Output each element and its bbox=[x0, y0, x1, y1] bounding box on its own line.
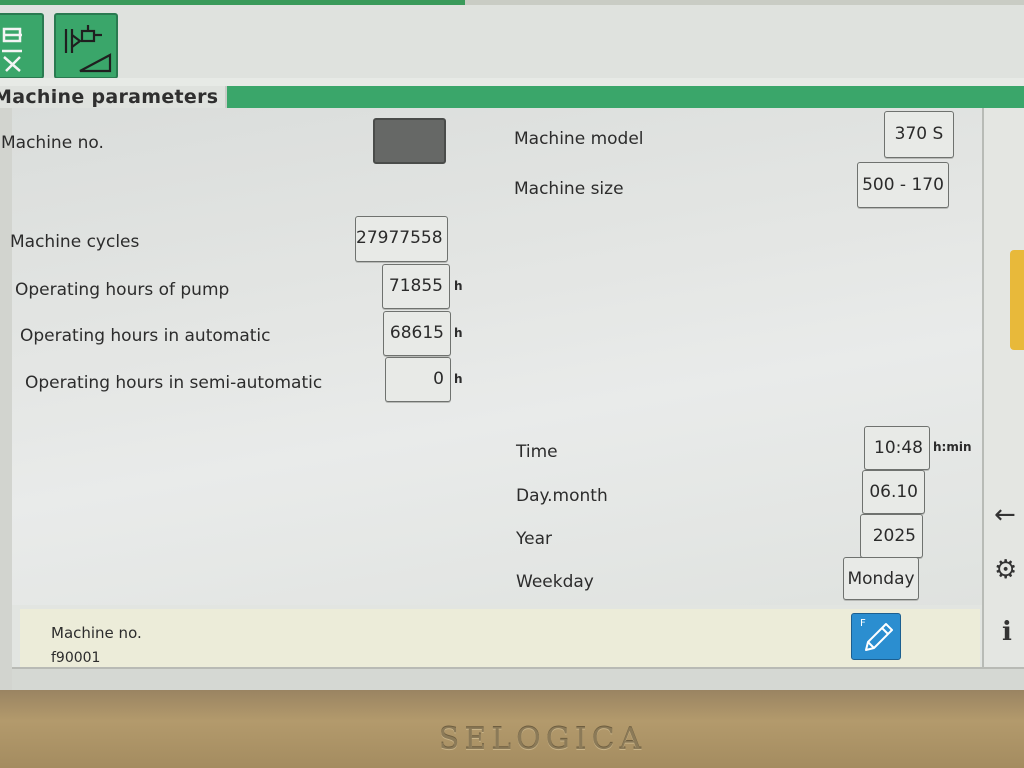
weekday-field[interactable]: Monday bbox=[843, 557, 919, 600]
parameters-panel bbox=[0, 108, 982, 605]
machine-size-label: Machine size bbox=[514, 179, 624, 199]
machine-no-label: Machine no. bbox=[1, 133, 104, 153]
machine-cycles-field[interactable]: 27977558 bbox=[355, 216, 448, 262]
automatic-hours-unit: h bbox=[454, 326, 463, 340]
page-title: Machine parameters bbox=[0, 86, 219, 108]
day-month-label: Day.month bbox=[516, 486, 608, 506]
screen-left-edge bbox=[0, 108, 12, 693]
machine-parameters-button[interactable] bbox=[54, 13, 118, 79]
machine-no-field[interactable] bbox=[373, 118, 446, 164]
footer-field-name: Machine no. bbox=[51, 624, 142, 642]
semi-automatic-hours-unit: h bbox=[454, 372, 463, 386]
machine-nav-icon bbox=[2, 27, 22, 72]
machine-model-field[interactable]: 370 S bbox=[884, 111, 954, 158]
machine-cycles-label: Machine cycles bbox=[10, 232, 140, 252]
automatic-hours-field[interactable]: 68615 bbox=[383, 311, 451, 356]
brand-logo: SELOGICA bbox=[438, 722, 647, 757]
year-field[interactable]: 2025 bbox=[860, 514, 923, 558]
automatic-hours-label: Operating hours in automatic bbox=[20, 326, 271, 346]
time-field[interactable]: 10:48 bbox=[864, 426, 930, 470]
time-unit: h:min bbox=[933, 440, 972, 454]
pencil-icon bbox=[865, 623, 893, 651]
year-label: Year bbox=[516, 529, 552, 549]
machine-model-label: Machine model bbox=[514, 129, 644, 149]
pump-hours-label: Operating hours of pump bbox=[15, 280, 230, 300]
toolbar bbox=[0, 5, 1024, 80]
machine-size-field[interactable]: 500 - 170 bbox=[857, 162, 949, 208]
semi-automatic-hours-label: Operating hours in semi-automatic bbox=[25, 373, 323, 393]
settings-gear-icon[interactable]: ⚙ bbox=[994, 555, 1017, 585]
side-tab[interactable] bbox=[1010, 250, 1024, 350]
info-icon[interactable]: i bbox=[1002, 617, 1012, 647]
day-month-field[interactable]: 06.10 bbox=[862, 470, 925, 514]
footer-field-value: f90001 bbox=[51, 650, 101, 666]
weekday-label: Weekday bbox=[516, 572, 594, 592]
pump-hours-unit: h bbox=[454, 279, 463, 293]
footer-info bbox=[20, 609, 980, 667]
semi-automatic-hours-field[interactable]: 0 bbox=[385, 357, 451, 402]
edit-button[interactable]: F bbox=[851, 613, 901, 660]
hmi-screen: Machine parameters Machine no. Machine c… bbox=[0, 5, 1024, 695]
machine-parameters-icon bbox=[64, 25, 112, 73]
pump-hours-field[interactable]: 71855 bbox=[382, 264, 450, 309]
time-label: Time bbox=[516, 442, 558, 462]
header-bar: Machine parameters bbox=[0, 78, 1024, 108]
back-arrow-icon[interactable]: ← bbox=[994, 500, 1016, 530]
machine-nav-button[interactable] bbox=[0, 13, 44, 79]
